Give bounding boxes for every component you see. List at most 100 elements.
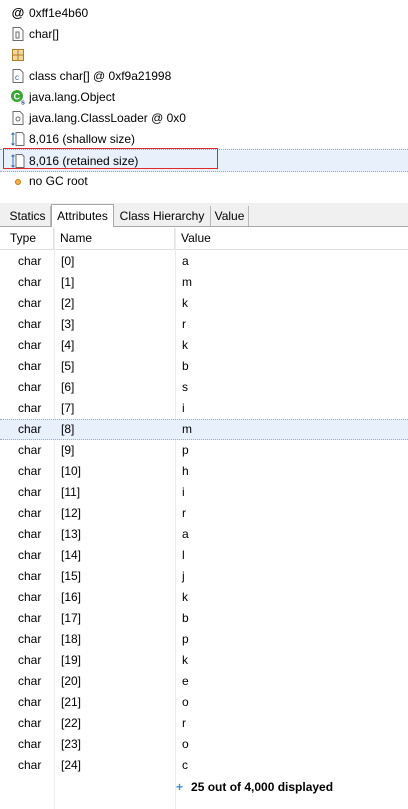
table-row[interactable]: char [6] s [0,377,408,398]
tab-value[interactable]: Value [211,206,249,226]
gc-root-row[interactable]: no GC root [0,170,408,191]
cell-value: s [182,380,188,394]
cell-value: b [182,611,189,625]
table-row[interactable]: char [10] h [0,461,408,482]
cell-type: char [18,338,42,352]
cell-value: k [182,296,188,310]
table-row[interactable]: char [24] c [0,755,408,776]
class-green-icon: Cs [10,89,26,105]
column-header-type[interactable]: Type [6,228,54,249]
table-header: Type Name Value [0,228,408,250]
cell-name: [13] [61,527,82,541]
cell-type: char [18,758,42,772]
cell-type: char [18,422,42,436]
table-row[interactable]: char [17] b [0,608,408,629]
classloader-row[interactable]: java.lang.ClassLoader @ 0x0 [0,107,408,128]
table-row[interactable]: char [14] l [0,545,408,566]
cell-value: p [182,443,189,457]
package-row[interactable] [0,44,408,65]
type-row[interactable]: char[] [0,23,408,44]
tab-statics[interactable]: Statics [5,206,51,226]
cell-type: char [18,464,42,478]
cell-value: m [182,422,192,436]
svg-text:s: s [21,99,25,105]
cell-type: char [18,380,42,394]
cell-type: char [18,611,42,625]
cell-name: [8] [61,422,75,436]
cell-type: char [18,359,42,373]
cell-name: [7] [61,401,75,415]
cell-value: m [182,275,192,289]
table-row[interactable]: char [4] k [0,335,408,356]
cell-name: [24] [61,758,82,772]
tab-attributes[interactable]: Attributes [51,204,114,227]
cell-type: char [18,254,42,268]
table-row[interactable]: char [19] k [0,650,408,671]
table-row[interactable]: char [8] m [0,419,408,440]
shallow-size-row[interactable]: 8,016 (shallow size) [0,128,408,149]
cell-value: c [182,758,188,772]
cell-value: b [182,359,189,373]
table-row[interactable]: char [1] m [0,272,408,293]
table-row[interactable]: char [23] o [0,734,408,755]
table-row[interactable]: char [22] r [0,713,408,734]
gc-root-label: no GC root [29,173,88,188]
cell-value: k [182,338,188,352]
cell-name: [2] [61,296,75,310]
package-icon [10,47,26,63]
table-footer[interactable]: + 25 out of 4,000 displayed [176,777,333,797]
cell-value: i [182,485,185,499]
table-row[interactable]: char [11] i [0,482,408,503]
tab-class-hierarchy[interactable]: Class Hierarchy [114,206,211,226]
cell-value: a [182,254,189,268]
cell-name: [5] [61,359,75,373]
cell-name: [18] [61,632,82,646]
superclass-row[interactable]: Cs java.lang.Object [0,86,408,107]
svg-text:C: C [14,91,21,101]
cell-name: [0] [61,254,75,268]
attributes-table: char [0] a char [1] m char [2] k char [3] r char [4] k… [0,251,408,776]
at-icon: @ [11,5,25,20]
address-row[interactable]: @ 0xff1e4b60 [0,2,408,23]
cell-type: char [18,485,42,499]
cell-value: i [182,401,185,415]
tab-bar: Statics Attributes Class Hierarchy Value [0,203,408,227]
highlight-box [3,148,218,169]
cell-value: o [182,737,189,751]
table-row[interactable]: char [3] r [0,314,408,335]
table-row[interactable]: char [7] i [0,398,408,419]
cell-value: j [182,569,185,583]
table-row[interactable]: char [0] a [0,251,408,272]
table-row[interactable]: char [18] p [0,629,408,650]
table-row[interactable]: char [15] j [0,566,408,587]
size-icon [10,131,26,147]
cell-name: [12] [61,506,82,520]
cell-type: char [18,674,42,688]
column-header-value[interactable]: Value [177,228,408,249]
cell-type: char [18,296,42,310]
displayed-count-label: 25 out of 4,000 displayed [191,780,334,794]
cell-type: char [18,653,42,667]
table-row[interactable]: char [9] p [0,440,408,461]
cell-value: r [182,317,186,331]
cell-name: [6] [61,380,75,394]
cell-name: [17] [61,611,82,625]
table-row[interactable]: char [20] e [0,671,408,692]
cell-value: l [182,548,185,562]
table-row[interactable]: char [12] r [0,503,408,524]
cell-name: [16] [61,590,82,604]
table-row[interactable]: char [2] k [0,293,408,314]
shallow-size-label: 8,016 (shallow size) [29,131,136,146]
expand-plus-icon[interactable]: + [176,780,183,794]
cell-name: [10] [61,464,82,478]
table-row[interactable]: char [21] o [0,692,408,713]
table-row[interactable]: char [13] a [0,524,408,545]
type-label: char[] [29,26,60,41]
classloader-label: java.lang.ClassLoader @ 0x0 [29,110,186,125]
cell-type: char [18,275,42,289]
table-row[interactable]: char [5] b [0,356,408,377]
column-header-name[interactable]: Name [56,228,175,249]
cell-value: k [182,653,188,667]
class-row[interactable]: c class char[] @ 0xf9a21998 [0,65,408,86]
table-row[interactable]: char [16] k [0,587,408,608]
